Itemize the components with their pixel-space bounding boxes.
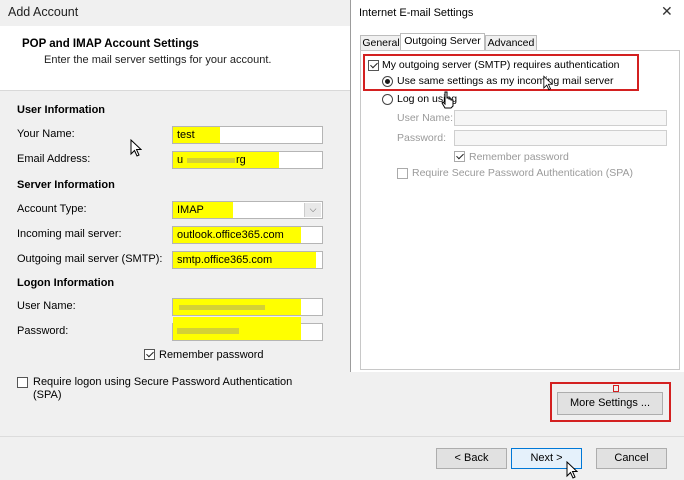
- dlg-remember-password-label: Remember password: [469, 151, 569, 163]
- mouse-pointer-icon: [543, 75, 553, 91]
- add-account-window: Add Account POP and IMAP Account Setting…: [0, 0, 350, 480]
- dlg-password-label: Password:: [397, 132, 447, 144]
- spa-label-continued: (SPA): [33, 389, 62, 401]
- dialog-title: Internet E-mail Settings: [359, 7, 474, 19]
- tab-outgoing-server[interactable]: Outgoing Server: [400, 33, 485, 51]
- email-value-suffix: rg: [236, 154, 246, 166]
- account-type-label: Account Type:: [17, 203, 87, 215]
- tab-general[interactable]: General: [360, 35, 402, 51]
- section-logon-information: Logon Information: [17, 277, 115, 289]
- mouse-pointer-icon: [130, 139, 142, 157]
- smtp-auth-checkbox[interactable]: [368, 60, 379, 71]
- password-input[interactable]: [172, 317, 323, 341]
- outgoing-server-input[interactable]: smtp.office365.com: [172, 251, 323, 269]
- tab-advanced[interactable]: Advanced: [485, 35, 537, 51]
- chevron-down-icon[interactable]: ⌵: [304, 203, 321, 217]
- your-name-input[interactable]: test: [172, 126, 323, 144]
- section-server-information: Server Information: [17, 179, 115, 191]
- remember-password-label: Remember password: [159, 349, 264, 361]
- your-name-label: Your Name:: [17, 128, 75, 140]
- annotation-marker: [613, 385, 619, 392]
- hand-pointer-icon: [441, 91, 454, 109]
- dlg-spa-label: Require Secure Password Authentication (…: [412, 167, 634, 179]
- dlg-remember-password-checkbox[interactable]: [454, 151, 465, 162]
- divider: [0, 436, 684, 437]
- dlg-password-input[interactable]: [454, 130, 667, 146]
- email-address-input[interactable]: u rg: [172, 151, 323, 169]
- page-title: POP and IMAP Account Settings: [22, 38, 199, 50]
- back-button[interactable]: < Back: [436, 448, 507, 469]
- spa-label: Require logon using Secure Password Auth…: [33, 376, 293, 388]
- internet-email-settings-dialog: Internet E-mail Settings ✕ General Outgo…: [350, 0, 684, 372]
- window-title: Add Account: [8, 5, 79, 19]
- spa-checkbox[interactable]: [17, 377, 28, 388]
- incoming-server-label: Incoming mail server:: [17, 228, 122, 240]
- same-settings-label: Use same settings as my incoming mail se…: [397, 75, 614, 87]
- redacted-text: [179, 305, 265, 310]
- your-name-value: test: [177, 129, 195, 141]
- user-name-label: User Name:: [17, 300, 76, 312]
- account-type-value: IMAP: [177, 204, 204, 216]
- smtp-auth-label: My outgoing server (SMTP) requires authe…: [382, 59, 620, 71]
- dlg-spa-checkbox[interactable]: [397, 168, 408, 179]
- redacted-text: [187, 158, 235, 163]
- email-value-prefix: u: [177, 154, 184, 166]
- incoming-server-value: outlook.office365.com: [177, 229, 284, 241]
- redacted-text: [177, 328, 239, 334]
- dlg-user-name-input[interactable]: [454, 110, 667, 126]
- outgoing-server-label: Outgoing mail server (SMTP):: [17, 253, 163, 265]
- close-icon[interactable]: ✕: [661, 3, 673, 20]
- password-label: Password:: [17, 325, 69, 337]
- dlg-user-name-label: User Name:: [397, 112, 454, 124]
- account-type-select[interactable]: IMAP ⌵: [172, 201, 323, 219]
- header-panel: POP and IMAP Account Settings Enter the …: [0, 26, 350, 91]
- cancel-button[interactable]: Cancel: [596, 448, 667, 469]
- section-user-information: User Information: [17, 104, 106, 116]
- mouse-pointer-icon: [566, 461, 578, 479]
- page-subtitle: Enter the mail server settings for your …: [44, 54, 272, 66]
- same-settings-radio[interactable]: [382, 76, 393, 87]
- user-name-input[interactable]: [172, 298, 323, 316]
- log-on-using-radio[interactable]: [382, 94, 393, 105]
- incoming-server-input[interactable]: outlook.office365.com: [172, 226, 323, 244]
- email-address-label: Email Address:: [17, 153, 91, 165]
- outgoing-server-value: smtp.office365.com: [177, 254, 273, 266]
- more-settings-button[interactable]: More Settings ...: [557, 392, 663, 415]
- remember-password-checkbox[interactable]: [144, 349, 155, 360]
